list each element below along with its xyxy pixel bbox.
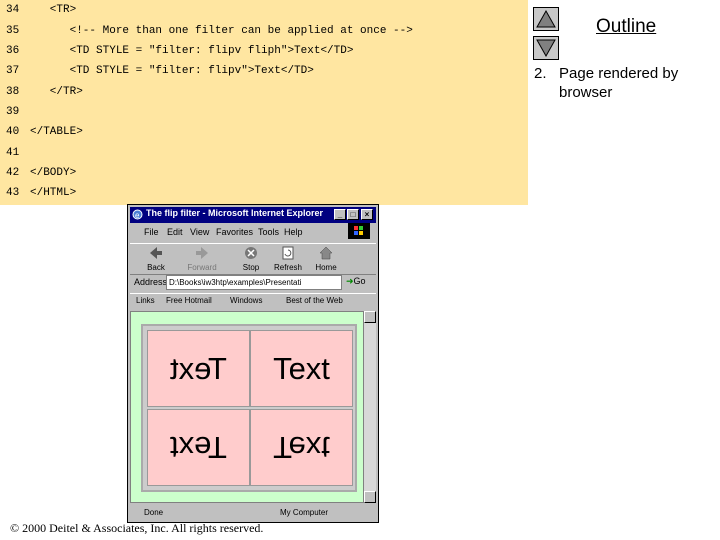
outline-item-text: Page rendered by browser xyxy=(559,65,679,101)
address-input[interactable]: D:\Books\iw3htp\examples\Presentati xyxy=(166,275,342,290)
code-text: <TD STYLE = "filter: flipv">Text</TD> xyxy=(30,65,314,77)
window-title: The flip filter - Microsoft Internet Exp… xyxy=(146,208,324,218)
back-arrow-icon xyxy=(150,247,162,259)
menu-view[interactable]: View xyxy=(190,227,209,237)
go-button[interactable]: ➜Go xyxy=(346,276,366,287)
refresh-label: Refresh xyxy=(273,263,302,272)
links-label: Links xyxy=(136,296,155,305)
table-cell-flipped-both: Text xyxy=(147,409,250,486)
toolbar: Back Forward Stop Refresh Home xyxy=(130,243,376,275)
menu-help[interactable]: Help xyxy=(284,227,303,237)
windows-logo-icon xyxy=(354,226,363,235)
line-number: 39 xyxy=(6,106,20,118)
table-cell-flipped-vertical: Text xyxy=(250,409,353,486)
back-label: Back xyxy=(147,263,165,272)
line-number: 38 xyxy=(6,86,20,98)
menu-edit[interactable]: Edit xyxy=(167,227,183,237)
refresh-icon xyxy=(282,246,294,260)
page-content-area: Text Text Text Text xyxy=(130,311,364,503)
previous-slide-button[interactable] xyxy=(533,7,559,31)
cell-text: Text xyxy=(273,351,330,386)
code-text: </HTML> xyxy=(30,187,77,199)
scroll-down-button[interactable] xyxy=(364,491,376,503)
line-number: 37 xyxy=(6,65,20,77)
forward-label: Forward xyxy=(187,263,217,272)
forward-button[interactable]: Forward xyxy=(184,245,220,273)
cell-text: Text xyxy=(170,430,227,465)
outline-title[interactable]: Outline xyxy=(596,16,656,38)
flip-table: Text Text Text Text xyxy=(141,324,357,492)
code-text: </BODY> xyxy=(30,167,77,179)
line-number: 40 xyxy=(6,126,20,138)
code-text: <TR> xyxy=(30,4,77,16)
status-text: Done xyxy=(144,508,164,517)
next-slide-button[interactable] xyxy=(533,36,559,60)
scroll-up-button[interactable] xyxy=(364,311,376,323)
outline-item-number: 2. xyxy=(534,65,547,82)
code-listing-panel: 34 <TR> 35 <!-- More than one filter can… xyxy=(0,0,528,205)
triangle-down-icon xyxy=(536,39,556,57)
menu-bar: File Edit View Favorites Tools Help xyxy=(130,225,376,241)
svg-text:e: e xyxy=(135,211,140,220)
maximize-button[interactable]: □ xyxy=(347,209,359,220)
address-label: Address xyxy=(134,277,168,287)
vertical-scrollbar[interactable] xyxy=(364,311,376,503)
forward-arrow-icon xyxy=(196,247,208,259)
code-text: <TD STYLE = "filter: flipv fliph">Text</… xyxy=(30,45,354,57)
link-best-of-web[interactable]: Best of the Web xyxy=(286,296,343,305)
line-number: 43 xyxy=(6,187,20,199)
copyright-notice: © 2000 Deitel & Associates, Inc. All rig… xyxy=(10,521,264,535)
refresh-button[interactable]: Refresh xyxy=(270,245,306,273)
triangle-up-icon xyxy=(536,10,556,28)
menu-favorites[interactable]: Favorites xyxy=(216,227,253,237)
ie-logo-icon: e xyxy=(132,209,143,220)
menu-file[interactable]: File xyxy=(144,227,159,237)
back-button[interactable]: Back xyxy=(138,245,174,273)
close-button[interactable]: × xyxy=(361,209,373,220)
link-windows[interactable]: Windows xyxy=(230,296,262,305)
home-icon xyxy=(319,246,333,260)
table-cell-normal: Text xyxy=(250,330,353,407)
zone-text: My Computer xyxy=(280,508,329,517)
home-button[interactable]: Home xyxy=(308,245,344,273)
line-number: 42 xyxy=(6,167,20,179)
title-bar: e The flip filter - Microsoft Internet E… xyxy=(130,207,376,223)
stop-icon xyxy=(245,247,257,259)
cell-text: Text xyxy=(273,430,330,465)
address-bar: Address D:\Books\iw3htp\examples\Present… xyxy=(130,275,376,291)
line-number: 41 xyxy=(6,147,20,159)
line-number: 36 xyxy=(6,45,20,57)
table-cell-flipped-horizontal: Text xyxy=(147,330,250,407)
line-number: 35 xyxy=(6,25,20,37)
stop-button[interactable]: Stop xyxy=(233,245,269,273)
go-label: Go xyxy=(353,276,366,286)
browser-window: e The flip filter - Microsoft Internet E… xyxy=(127,204,379,523)
link-free-hotmail[interactable]: Free Hotmail xyxy=(166,296,212,305)
home-label: Home xyxy=(315,263,337,272)
status-bar: Done My Computer xyxy=(130,506,376,520)
ie-throbber-logo xyxy=(348,223,370,239)
code-text: <!-- More than one filter can be applied… xyxy=(30,25,413,37)
line-number: 34 xyxy=(6,4,20,16)
cell-text: Text xyxy=(170,351,227,386)
go-arrow-icon: ➜ xyxy=(346,276,354,286)
code-text: </TR> xyxy=(30,86,83,98)
minimize-button[interactable]: _ xyxy=(334,209,346,220)
links-bar: Links Free Hotmail Windows Best of the W… xyxy=(130,293,376,308)
code-text: </TABLE> xyxy=(30,126,83,138)
stop-label: Stop xyxy=(242,263,260,272)
menu-tools[interactable]: Tools xyxy=(258,227,279,237)
